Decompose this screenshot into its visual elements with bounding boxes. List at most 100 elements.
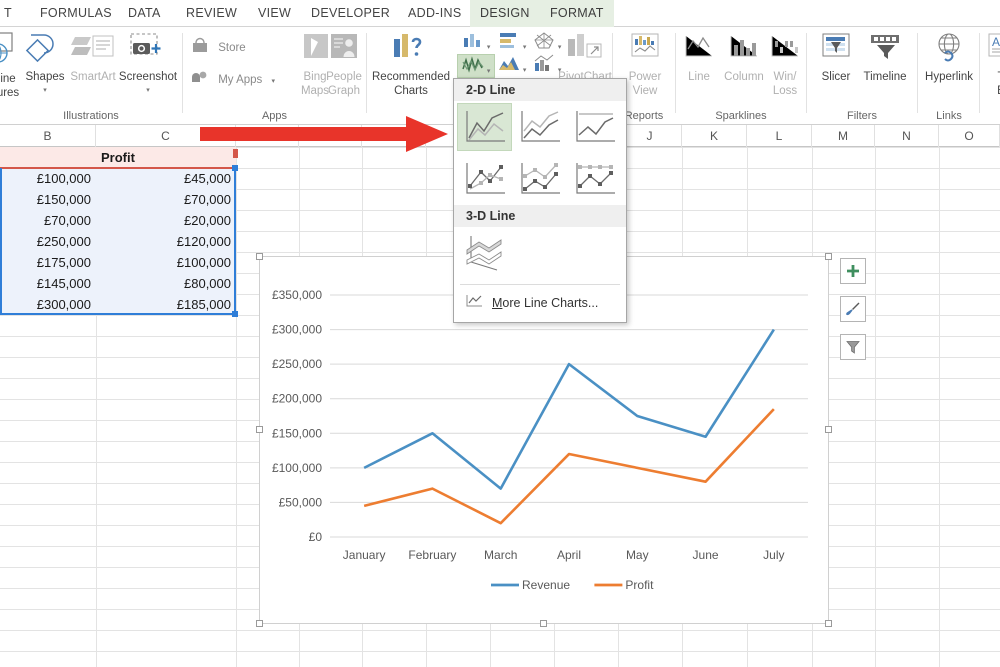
chart-option-line[interactable] bbox=[457, 103, 512, 151]
line-chart-dropdown-menu[interactable]: 2-D Line bbox=[453, 78, 627, 323]
area-chart-caret[interactable]: ▾ bbox=[523, 67, 527, 74]
ribbon-tab-t[interactable]: T bbox=[0, 0, 22, 27]
recommended-charts-icon bbox=[368, 31, 454, 69]
chart-option-100-percent-stacked-line-with-markers[interactable] bbox=[568, 155, 623, 203]
range-selection-border-right bbox=[234, 168, 236, 315]
dropdown-section-2d-line: 2-D Line bbox=[454, 79, 626, 101]
paintbrush-icon bbox=[845, 301, 861, 317]
chart-option-line-with-markers[interactable] bbox=[457, 155, 512, 203]
more-line-charts-item[interactable]: More Line Charts... bbox=[454, 288, 626, 317]
table-row[interactable]: £80,000 bbox=[96, 273, 236, 294]
pivotchart-button[interactable]: PivotChart bbox=[552, 31, 618, 83]
column-chart-caret[interactable]: ▾ bbox=[487, 44, 491, 51]
ribbon-tab-data[interactable]: DATA bbox=[118, 0, 171, 27]
line-chart-caret[interactable]: ▾ bbox=[487, 68, 491, 75]
range-selection-handle-ne[interactable] bbox=[232, 165, 238, 171]
x-axis-tick-label: February bbox=[408, 548, 456, 562]
chart-handle-e[interactable] bbox=[825, 426, 832, 433]
ribbon-tab-developer[interactable]: DEVELOPER bbox=[301, 0, 400, 27]
table-row[interactable]: £145,000 bbox=[0, 273, 96, 294]
sparkline-line-button[interactable]: Line bbox=[678, 31, 720, 83]
dropdown-separator bbox=[460, 284, 620, 285]
chart-option-3d-line[interactable] bbox=[457, 230, 513, 278]
table-row[interactable]: £150,000 bbox=[0, 189, 96, 210]
insert-line-chart-button[interactable]: ▾ bbox=[457, 54, 495, 78]
funnel-icon bbox=[845, 339, 861, 355]
column-header-L[interactable]: L bbox=[747, 125, 812, 147]
ribbon-tab-formulas[interactable]: FORMULAS bbox=[30, 0, 122, 27]
y-axis-tick-label: £0 bbox=[309, 530, 323, 544]
column-header-M[interactable]: M bbox=[812, 125, 875, 147]
cell-header-blank[interactable] bbox=[0, 147, 96, 168]
table-row[interactable]: £120,000 bbox=[96, 231, 236, 252]
y-axis-tick-label: £250,000 bbox=[272, 357, 322, 371]
column-header-J[interactable]: J bbox=[618, 125, 682, 147]
chart-styles-button[interactable] bbox=[840, 296, 866, 322]
chart-elements-button[interactable] bbox=[840, 258, 866, 284]
table-row[interactable]: £175,000 bbox=[0, 252, 96, 273]
store-icon bbox=[190, 37, 210, 59]
hyperlink-button[interactable]: Hyperlink bbox=[920, 31, 978, 83]
table-row[interactable]: £300,000 bbox=[0, 294, 96, 315]
bar-chart-caret[interactable]: ▾ bbox=[523, 44, 527, 51]
stacked-line-markers-preview-icon bbox=[516, 159, 564, 199]
table-row[interactable]: £20,000 bbox=[96, 210, 236, 231]
my-apps-dropdown-caret[interactable]: ▾ bbox=[272, 78, 276, 85]
chart-option-100-percent-stacked-line[interactable] bbox=[568, 103, 623, 151]
table-row[interactable]: £185,000 bbox=[96, 294, 236, 315]
store-button[interactable]: Store bbox=[190, 37, 270, 59]
text-box-button[interactable]: A T B bbox=[984, 31, 1000, 98]
screenshot-button[interactable]: Screenshot ▾ bbox=[113, 31, 183, 98]
area-chart-icon bbox=[498, 63, 523, 75]
header-selection-border bbox=[0, 167, 236, 169]
chart-filters-button[interactable] bbox=[840, 334, 866, 360]
table-row[interactable]: £100,000 bbox=[0, 168, 96, 189]
recommended-charts-button[interactable]: Recommended Charts bbox=[368, 31, 454, 98]
x-axis-tick-label: May bbox=[626, 548, 649, 562]
timeline-button[interactable]: Timeline bbox=[855, 31, 915, 83]
table-row[interactable]: £45,000 bbox=[96, 168, 236, 189]
table-row[interactable]: £100,000 bbox=[96, 252, 236, 273]
insert-area-chart-button[interactable]: ▾ bbox=[493, 54, 531, 78]
ribbon-tab-review[interactable]: REVIEW bbox=[176, 0, 247, 27]
table-row[interactable]: £250,000 bbox=[0, 231, 96, 252]
chart-option-stacked-line[interactable] bbox=[512, 103, 567, 151]
dropdown-section-3d-line: 3-D Line bbox=[454, 205, 626, 227]
chart-handle-se[interactable] bbox=[825, 620, 832, 627]
range-selection-handle-se[interactable] bbox=[232, 311, 238, 317]
column-header-K[interactable]: K bbox=[682, 125, 747, 147]
line-preview-icon bbox=[461, 107, 509, 147]
group-label-sparklines: Sparklines bbox=[676, 110, 806, 122]
table-row[interactable]: £70,000 bbox=[0, 210, 96, 231]
screenshot-label: Screenshot bbox=[113, 71, 183, 84]
people-graph-button[interactable]: People Graph bbox=[314, 31, 374, 98]
ribbon-tab-design[interactable]: DESIGN bbox=[470, 0, 540, 27]
insert-bar-chart-button[interactable]: ▾ bbox=[493, 31, 531, 55]
sparkline-winloss-button[interactable]: Win/ Loss bbox=[764, 31, 806, 98]
screenshot-dropdown-caret[interactable]: ▾ bbox=[146, 87, 150, 94]
ribbon-tab-add-ins[interactable]: ADD-INS bbox=[398, 0, 472, 27]
table-row[interactable]: £70,000 bbox=[96, 189, 236, 210]
chart-handle-s[interactable] bbox=[540, 620, 547, 627]
ribbon-tab-format[interactable]: FORMAT bbox=[540, 0, 614, 27]
ribbon-tab-view[interactable]: VIEW bbox=[248, 0, 301, 27]
chart-option-stacked-line-with-markers[interactable] bbox=[512, 155, 567, 203]
range-selection-border-left bbox=[0, 168, 2, 315]
column-header-B[interactable]: B bbox=[0, 125, 96, 147]
group-label-filters: Filters bbox=[807, 110, 917, 122]
chart-handle-sw[interactable] bbox=[256, 620, 263, 627]
chart-handle-w[interactable] bbox=[256, 426, 263, 433]
chart-handle-ne[interactable] bbox=[825, 253, 832, 260]
chart-handle-nw[interactable] bbox=[256, 253, 263, 260]
column-header-N[interactable]: N bbox=[875, 125, 939, 147]
x-axis-tick-label: June bbox=[693, 548, 719, 562]
bar-chart-icon bbox=[498, 40, 523, 52]
shapes-dropdown-caret[interactable]: ▾ bbox=[43, 87, 47, 94]
grid-row-line bbox=[0, 630, 1000, 631]
slicer-button[interactable]: Slicer bbox=[812, 31, 860, 83]
my-apps-button[interactable]: My Apps ▾ bbox=[190, 69, 290, 91]
recommended-charts-label-2: Charts bbox=[368, 85, 454, 98]
grid-row-line bbox=[0, 651, 1000, 652]
column-header-O[interactable]: O bbox=[939, 125, 1000, 147]
insert-column-chart-button[interactable]: ▾ bbox=[458, 31, 494, 55]
